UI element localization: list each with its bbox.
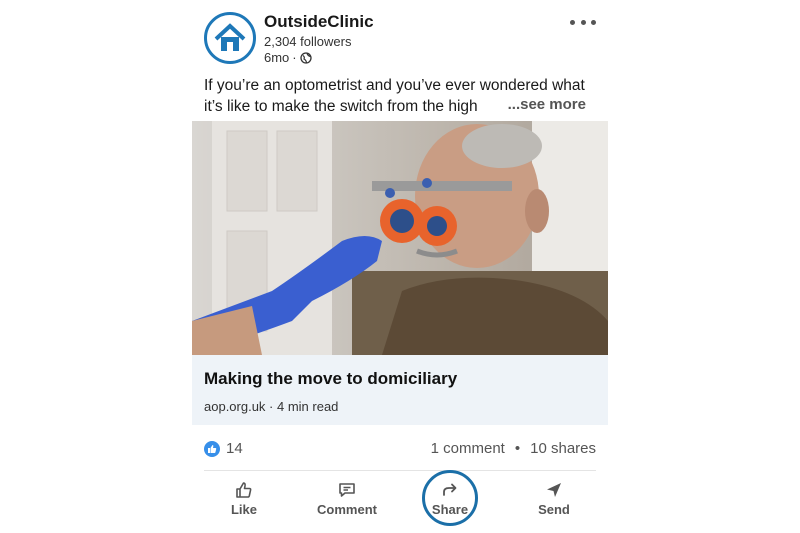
house-icon [214, 23, 246, 51]
share-label: Share [431, 502, 469, 517]
author-name[interactable]: OutsideClinic [264, 12, 374, 32]
count-separator: • [514, 440, 521, 457]
send-icon [547, 483, 561, 497]
article-title: Making the move to domiciliary [204, 369, 458, 388]
divider [204, 470, 596, 471]
like-button[interactable]: Like [204, 476, 284, 526]
send-button[interactable]: Send [514, 476, 594, 526]
article-image[interactable] [192, 121, 608, 355]
article-source: aop.org.uk · 4 min read [204, 399, 339, 414]
globe-icon [299, 51, 312, 64]
share-count[interactable]: 10 shares [530, 440, 596, 457]
follower-count: 2,304 followers [264, 34, 352, 49]
post-meta: 6mo · [264, 50, 312, 65]
comment-label: Comment [317, 502, 377, 517]
thumbs-up-icon [208, 445, 217, 453]
post-age: 6mo [264, 50, 290, 65]
company-logo-avatar[interactable] [204, 12, 256, 64]
comment-button[interactable]: Comment [307, 476, 387, 526]
meta-dot: · [292, 50, 297, 65]
engagement-counts: 1 comment • 10 shares [431, 440, 596, 457]
send-label: Send [538, 502, 570, 517]
post-action-bar: Like Comment Share Send [192, 476, 608, 526]
reaction-count[interactable]: 14 [226, 440, 243, 457]
link-preview-card[interactable]: Making the move to domiciliary aop.org.u… [192, 355, 608, 425]
share-button[interactable]: Share [410, 476, 490, 526]
feed-post: OutsideClinic 2,304 followers 6mo · If y… [192, 0, 608, 533]
like-label: Like [230, 502, 257, 517]
thumbs-up-icon [236, 482, 252, 498]
social-counts: 14 1 comment • 10 shares [204, 438, 596, 460]
photo-illustration [192, 121, 608, 355]
see-more-link[interactable]: ...see more [503, 96, 586, 113]
share-arrow-icon [443, 483, 457, 496]
comment-icon [339, 483, 355, 497]
like-reaction-icon[interactable] [204, 441, 220, 457]
comment-count[interactable]: 1 comment [431, 440, 505, 457]
more-options-icon[interactable] [570, 14, 596, 30]
